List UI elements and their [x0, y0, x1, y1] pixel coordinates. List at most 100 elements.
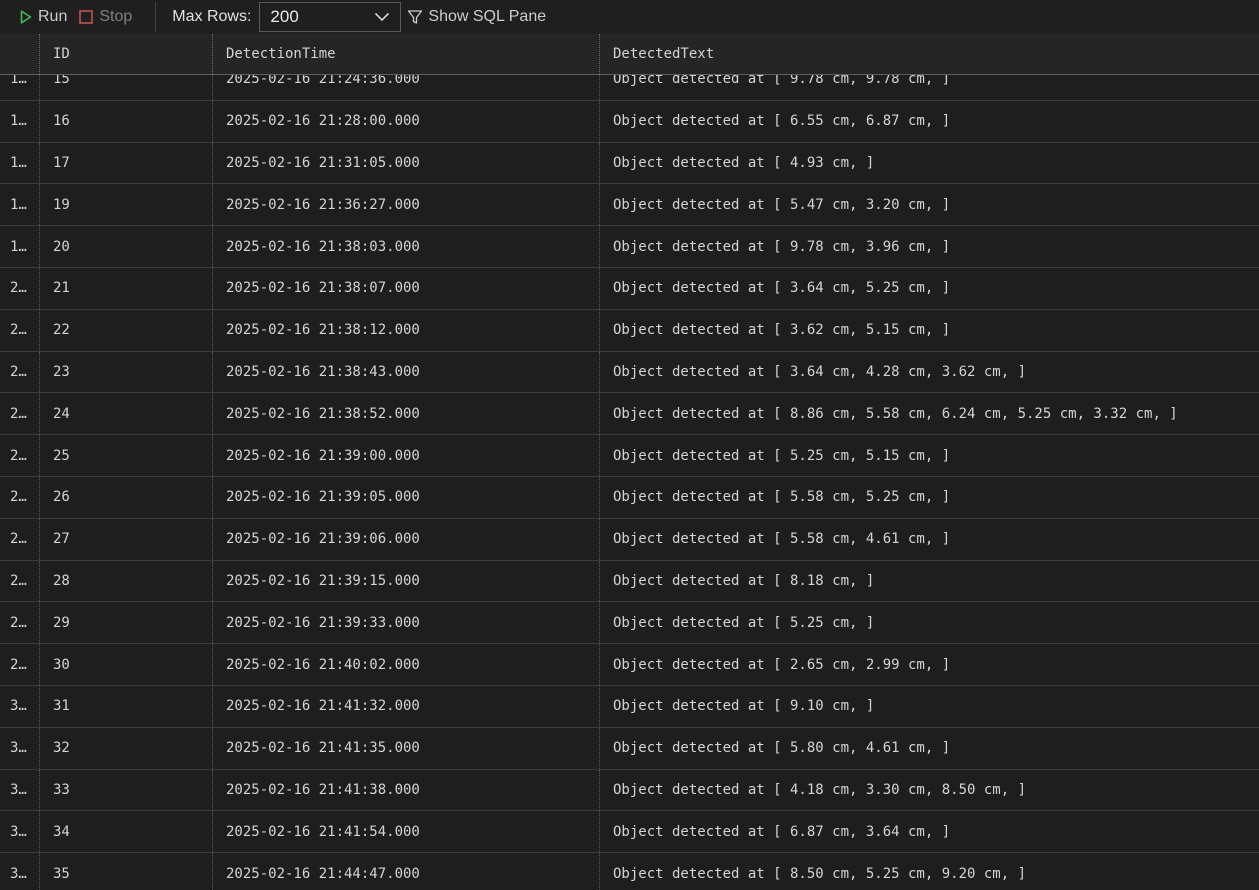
id-cell[interactable]: 26	[40, 476, 213, 518]
id-cell[interactable]: 33	[40, 769, 213, 811]
detection-time-cell[interactable]: 2025-02-16 21:39:06.000	[213, 518, 600, 560]
id-cell[interactable]: 21	[40, 267, 213, 309]
detected-text-cell[interactable]: Object detected at [ 5.47 cm, 3.20 cm, ]	[600, 184, 1259, 225]
detection-time-cell[interactable]: 2025-02-16 21:38:52.000	[213, 393, 600, 435]
table-row[interactable]: 2… 21 2025-02-16 21:38:07.000 Object detect…	[0, 267, 1259, 310]
detected-text-cell[interactable]: Object detected at [ 6.55 cm, 6.87 cm, ]	[600, 101, 1259, 142]
row-number-cell[interactable]: 3…	[0, 769, 40, 811]
id-cell[interactable]: 16	[40, 100, 213, 142]
detected-text-cell[interactable]: Object detected at [ 3.62 cm, 5.15 cm, ]	[600, 310, 1259, 351]
detection-time-cell[interactable]: 2025-02-16 21:38:03.000	[213, 226, 600, 267]
header-detection-time[interactable]: DetectionTime	[213, 34, 600, 74]
id-cell[interactable]: 30	[40, 644, 213, 685]
detected-text-cell[interactable]: Object detected at [ 8.18 cm, ]	[600, 561, 1259, 602]
table-row[interactable]: 2… 29 2025-02-16 21:39:33.000 Object detect…	[0, 602, 1259, 645]
id-cell[interactable]: 23	[40, 351, 213, 393]
detection-time-cell[interactable]: 2025-02-16 21:44:47.000	[213, 853, 600, 890]
detection-time-cell[interactable]: 2025-02-16 21:39:05.000	[213, 476, 600, 518]
table-row[interactable]: 1… 17 2025-02-16 21:31:05.000 Object detect…	[0, 142, 1259, 185]
detection-time-cell[interactable]: 2025-02-16 21:41:32.000	[213, 685, 600, 727]
table-row[interactable]: 3… 34 2025-02-16 21:41:54.000 Object detect…	[0, 811, 1259, 854]
max-rows-select[interactable]: 200	[259, 2, 402, 32]
row-number-cell[interactable]: 2…	[0, 602, 40, 644]
header-row-number[interactable]	[0, 34, 40, 74]
table-row[interactable]: 3… 31 2025-02-16 21:41:32.000 Object detect…	[0, 685, 1259, 728]
row-number-cell[interactable]: 1…	[0, 226, 40, 267]
table-row[interactable]: 1… 20 2025-02-16 21:38:03.000 Object detect…	[0, 226, 1259, 268]
detected-text-cell[interactable]: Object detected at [ 6.87 cm, 3.64 cm, ]	[600, 811, 1259, 852]
table-row[interactable]: 2… 26 2025-02-16 21:39:05.000 Object detect…	[0, 476, 1259, 519]
id-cell[interactable]: 22	[40, 309, 213, 351]
id-cell[interactable]: 24	[40, 393, 213, 435]
row-number-cell[interactable]: 2…	[0, 351, 40, 393]
detection-time-cell[interactable]: 2025-02-16 21:39:33.000	[213, 602, 600, 644]
header-detected-text[interactable]: DetectedText	[600, 34, 1259, 74]
detection-time-cell[interactable]: 2025-02-16 21:39:00.000	[213, 435, 600, 476]
id-cell[interactable]: 29	[40, 602, 213, 644]
table-row[interactable]: 2… 23 2025-02-16 21:38:43.000 Object detect…	[0, 351, 1259, 394]
detected-text-cell[interactable]: Object detected at [ 5.80 cm, 4.61 cm, ]	[600, 728, 1259, 769]
row-number-cell[interactable]: 3…	[0, 811, 40, 853]
table-row[interactable]: 3… 32 2025-02-16 21:41:35.000 Object detect…	[0, 727, 1259, 770]
id-cell[interactable]: 35	[40, 853, 213, 890]
row-number-cell[interactable]: 2…	[0, 560, 40, 602]
detection-time-cell[interactable]: 2025-02-16 21:41:35.000	[213, 727, 600, 769]
run-button[interactable]: Run	[20, 0, 67, 34]
table-row[interactable]: 2… 28 2025-02-16 21:39:15.000 Object detect…	[0, 560, 1259, 603]
detection-time-cell[interactable]: 2025-02-16 21:41:38.000	[213, 769, 600, 811]
header-id[interactable]: ID	[40, 34, 213, 74]
detected-text-cell[interactable]: Object detected at [ 2.65 cm, 2.99 cm, ]	[600, 644, 1259, 685]
table-row[interactable]: 1… 19 2025-02-16 21:36:27.000 Object detect…	[0, 184, 1259, 227]
detection-time-cell[interactable]: 2025-02-16 21:39:15.000	[213, 560, 600, 602]
id-cell[interactable]: 34	[40, 811, 213, 853]
id-cell[interactable]: 28	[40, 560, 213, 602]
row-number-cell[interactable]: 1…	[0, 184, 40, 226]
row-number-cell[interactable]: 3…	[0, 727, 40, 769]
detection-time-cell[interactable]: 2025-02-16 21:36:27.000	[213, 184, 600, 226]
row-number-cell[interactable]: 2…	[0, 393, 40, 435]
detected-text-cell[interactable]: Object detected at [ 4.93 cm, ]	[600, 143, 1259, 184]
table-row[interactable]: 1… 16 2025-02-16 21:28:00.000 Object detect…	[0, 100, 1259, 143]
table-row[interactable]: 2… 27 2025-02-16 21:39:06.000 Object detect…	[0, 518, 1259, 561]
id-cell[interactable]: 20	[40, 226, 213, 267]
detected-text-cell[interactable]: Object detected at [ 3.64 cm, 4.28 cm, 3…	[600, 352, 1259, 393]
detected-text-cell[interactable]: Object detected at [ 5.25 cm, 5.15 cm, ]	[600, 435, 1259, 476]
table-row[interactable]: 2… 22 2025-02-16 21:38:12.000 Object detect…	[0, 309, 1259, 352]
row-number-cell[interactable]: 2…	[0, 435, 40, 476]
detected-text-cell[interactable]: Object detected at [ 3.64 cm, 5.25 cm, ]	[600, 268, 1259, 309]
detected-text-cell[interactable]: Object detected at [ 5.58 cm, 4.61 cm, ]	[600, 519, 1259, 560]
row-number-cell[interactable]: 2…	[0, 476, 40, 518]
table-row[interactable]: 2… 24 2025-02-16 21:38:52.000 Object detect…	[0, 393, 1259, 436]
row-number-cell[interactable]: 1…	[0, 100, 40, 142]
id-cell[interactable]: 17	[40, 142, 213, 184]
table-row[interactable]: 2… 30 2025-02-16 21:40:02.000 Object detect…	[0, 644, 1259, 686]
row-number-cell[interactable]: 2…	[0, 644, 40, 685]
table-row[interactable]: 3… 35 2025-02-16 21:44:47.000 Object detect…	[0, 853, 1259, 890]
detection-time-cell[interactable]: 2025-02-16 21:31:05.000	[213, 142, 600, 184]
row-number-cell[interactable]: 1…	[0, 142, 40, 184]
detection-time-cell[interactable]: 2025-02-16 21:40:02.000	[213, 644, 600, 685]
row-number-cell[interactable]: 2…	[0, 309, 40, 351]
detected-text-cell[interactable]: Object detected at [ 5.25 cm, ]	[600, 602, 1259, 643]
row-number-cell[interactable]: 2…	[0, 267, 40, 309]
detected-text-cell[interactable]: Object detected at [ 9.78 cm, 3.96 cm, ]	[600, 226, 1259, 267]
id-cell[interactable]: 32	[40, 727, 213, 769]
row-number-cell[interactable]: 3…	[0, 685, 40, 727]
detected-text-cell[interactable]: Object detected at [ 5.58 cm, 5.25 cm, ]	[600, 477, 1259, 518]
id-cell[interactable]: 27	[40, 518, 213, 560]
id-cell[interactable]: 31	[40, 685, 213, 727]
id-cell[interactable]: 25	[40, 435, 213, 476]
detected-text-cell[interactable]: Object detected at [ 9.10 cm, ]	[600, 686, 1259, 727]
table-row[interactable]: 2… 25 2025-02-16 21:39:00.000 Object detect…	[0, 435, 1259, 477]
detected-text-cell[interactable]: Object detected at [ 8.86 cm, 5.58 cm, 6…	[600, 393, 1259, 434]
detected-text-cell[interactable]: Object detected at [ 4.18 cm, 3.30 cm, 8…	[600, 770, 1259, 811]
detection-time-cell[interactable]: 2025-02-16 21:38:43.000	[213, 351, 600, 393]
detection-time-cell[interactable]: 2025-02-16 21:38:07.000	[213, 267, 600, 309]
row-number-cell[interactable]: 2…	[0, 518, 40, 560]
stop-button[interactable]: Stop	[79, 0, 132, 34]
table-row[interactable]: 3… 33 2025-02-16 21:41:38.000 Object detect…	[0, 769, 1259, 812]
id-cell[interactable]: 19	[40, 184, 213, 226]
detection-time-cell[interactable]: 2025-02-16 21:38:12.000	[213, 309, 600, 351]
detection-time-cell[interactable]: 2025-02-16 21:41:54.000	[213, 811, 600, 853]
detected-text-cell[interactable]: Object detected at [ 8.50 cm, 5.25 cm, 9…	[600, 853, 1259, 890]
